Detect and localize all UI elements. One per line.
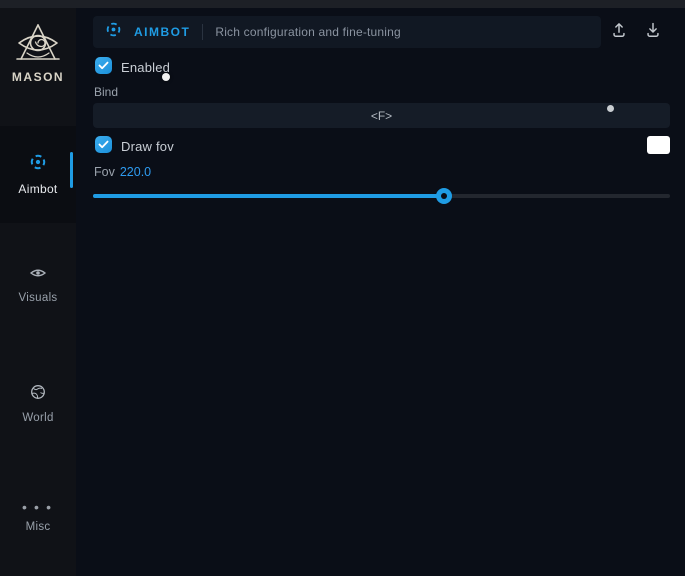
sidebar-item-label: Aimbot bbox=[18, 182, 57, 196]
logo-text: MASON bbox=[12, 70, 64, 84]
fov-color-swatch[interactable] bbox=[647, 136, 670, 154]
upload-config-button[interactable] bbox=[607, 21, 631, 43]
window-top-strip bbox=[0, 0, 685, 8]
eye-icon bbox=[29, 266, 47, 285]
bind-label: Bind bbox=[94, 85, 118, 99]
logo: MASON bbox=[0, 22, 76, 84]
crosshair-icon bbox=[105, 21, 122, 43]
download-config-button[interactable] bbox=[641, 21, 665, 43]
main-content: AIMBOT Rich configuration and fine-tunin… bbox=[76, 8, 685, 576]
check-icon bbox=[98, 57, 109, 75]
page-subtitle: Rich configuration and fine-tuning bbox=[215, 25, 401, 39]
sidebar-item-misc[interactable]: • • • Misc bbox=[0, 502, 76, 533]
check-icon bbox=[98, 136, 109, 154]
page-title: AIMBOT bbox=[134, 25, 190, 39]
cursor-dot bbox=[162, 73, 170, 81]
fov-slider-handle[interactable] bbox=[436, 188, 452, 204]
pyramid-eye-logo-icon bbox=[13, 22, 63, 66]
sidebar-item-visuals[interactable]: Visuals bbox=[0, 266, 76, 304]
globe-icon bbox=[30, 384, 46, 405]
header-divider bbox=[202, 24, 203, 40]
fov-value-row: Fov 220.0 bbox=[94, 165, 151, 179]
active-indicator bbox=[70, 152, 73, 188]
sidebar: MASON Aimbot Visuals bbox=[0, 8, 76, 576]
sidebar-item-label: World bbox=[22, 412, 53, 424]
fov-value: 220.0 bbox=[120, 165, 151, 179]
bind-keybind-field[interactable]: <F> bbox=[93, 103, 670, 128]
fov-label: Fov bbox=[94, 165, 115, 179]
bind-value: <F> bbox=[371, 109, 392, 123]
sidebar-item-label: Visuals bbox=[19, 292, 58, 304]
sidebar-item-world[interactable]: World bbox=[0, 384, 76, 424]
sidebar-item-label: Misc bbox=[26, 521, 51, 533]
sidebar-item-aimbot[interactable]: Aimbot bbox=[0, 126, 76, 223]
fov-slider[interactable] bbox=[93, 188, 670, 204]
draw-fov-label: Draw fov bbox=[121, 139, 174, 154]
dot-indicator bbox=[607, 105, 614, 112]
app-window: MASON Aimbot Visuals bbox=[0, 0, 685, 576]
upload-icon bbox=[610, 20, 628, 44]
crosshair-icon bbox=[29, 153, 47, 176]
download-icon bbox=[644, 20, 662, 44]
fov-slider-fill bbox=[93, 194, 444, 198]
enabled-checkbox[interactable] bbox=[95, 57, 112, 74]
draw-fov-checkbox[interactable] bbox=[95, 136, 112, 153]
ellipsis-icon: • • • bbox=[22, 502, 54, 514]
section-header: AIMBOT Rich configuration and fine-tunin… bbox=[93, 16, 601, 48]
